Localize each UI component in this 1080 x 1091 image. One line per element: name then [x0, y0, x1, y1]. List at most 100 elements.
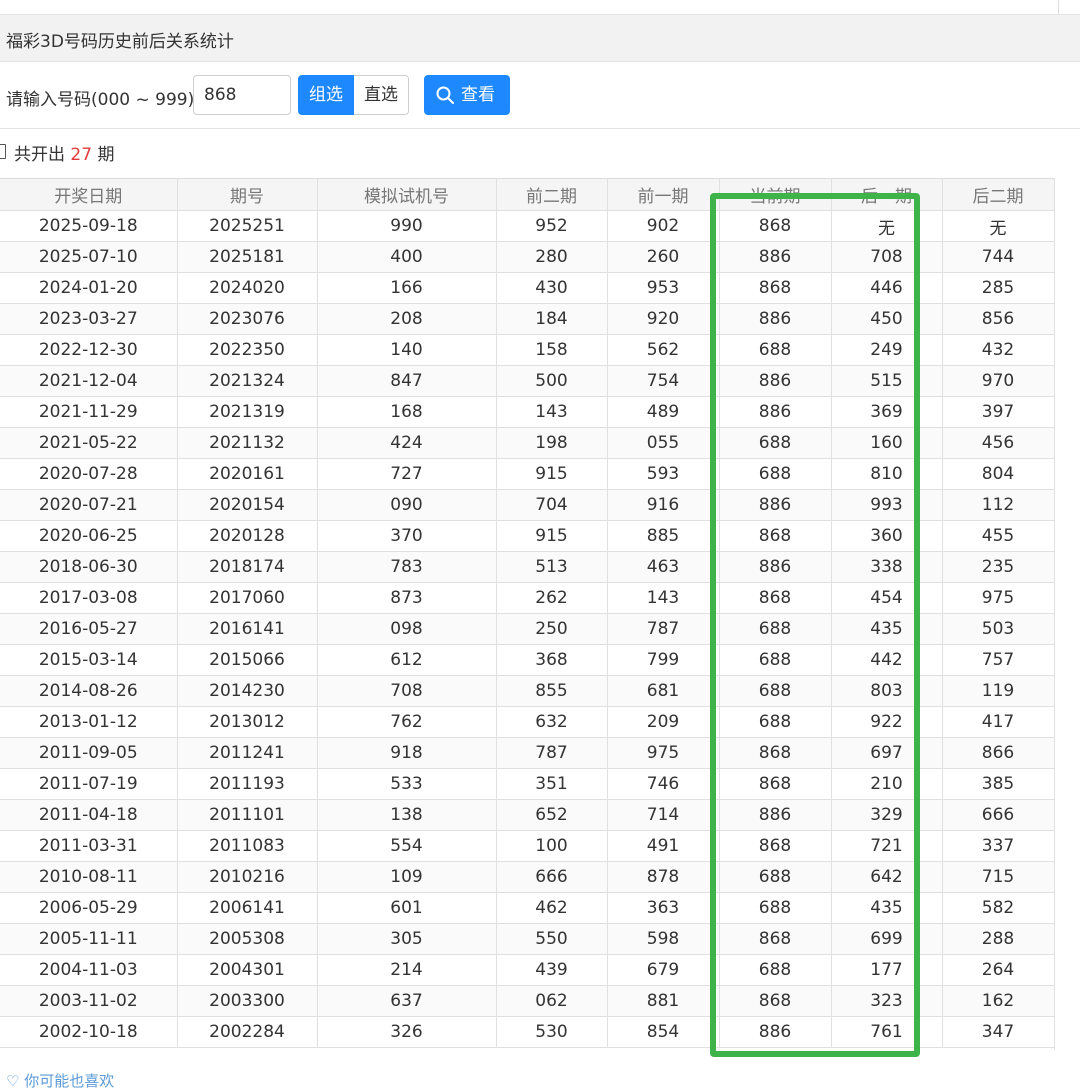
table-cell: 326	[317, 1016, 497, 1048]
table-cell: 2020-06-25	[0, 520, 178, 552]
table-cell: 456	[942, 427, 1055, 459]
table-cell: 323	[831, 985, 943, 1017]
table-cell: 886	[719, 1016, 832, 1048]
table-cell: 158	[496, 334, 608, 366]
table-cell: 873	[317, 582, 497, 614]
table-cell: 990	[317, 210, 497, 242]
table-row: 2010-08-11 2010216 109 666 878 688 642 715	[0, 861, 1055, 893]
table-cell: 397	[942, 396, 1055, 428]
table-cell: 338	[831, 551, 943, 583]
table-cell: 208	[317, 303, 497, 335]
table-cell: 2024-01-20	[0, 272, 178, 304]
table-row: 2020-06-25 2020128 370 915 885 868 360 455	[0, 520, 1055, 552]
table-cell: 424	[317, 427, 497, 459]
table-cell: 210	[831, 768, 943, 800]
table-cell: 886	[719, 551, 832, 583]
table-row: 2011-07-19 2011193 533 351 746 868 210 385	[0, 768, 1055, 800]
table-cell: 2003-11-02	[0, 985, 178, 1017]
table-cell: 854	[607, 1016, 720, 1048]
table-cell: 109	[317, 861, 497, 893]
table-cell: 462	[496, 892, 608, 924]
table-row: 2020-07-21 2020154 090 704 916 886 993 112	[0, 489, 1055, 521]
table-cell: 166	[317, 272, 497, 304]
table-cell: 264	[942, 954, 1055, 986]
footer-link[interactable]: ♡ 你可能也喜欢	[6, 1070, 114, 1091]
table-cell: 721	[831, 830, 943, 862]
table-row: 2025-07-10 2025181 400 280 260 886 708 744	[0, 241, 1055, 273]
table-cell: 2022350	[177, 334, 318, 366]
table-cell: 666	[496, 861, 608, 893]
table-cell: 260	[607, 241, 720, 273]
table-cell: 688	[719, 706, 832, 738]
table-cell: 582	[942, 892, 1055, 924]
table-cell: 761	[831, 1016, 943, 1048]
table-cell: 868	[719, 272, 832, 304]
table-cell: 915	[496, 458, 608, 490]
table-cell: 2021-12-04	[0, 365, 178, 397]
table-row: 2011-03-31 2011083 554 100 491 868 721 337	[0, 830, 1055, 862]
table-cell: 975	[942, 582, 1055, 614]
table-cell: 2020-07-28	[0, 458, 178, 490]
table-cell: 2023076	[177, 303, 318, 335]
table-row: 2022-12-30 2022350 140 158 562 688 249 432	[0, 334, 1055, 366]
table-row: 2024-01-20 2024020 166 430 953 868 446 285	[0, 272, 1055, 304]
table-cell: 138	[317, 799, 497, 831]
table-cell: 2020-07-21	[0, 489, 178, 521]
table-cell: 168	[317, 396, 497, 428]
column-header: 期号	[177, 178, 318, 211]
table-cell: 975	[607, 737, 720, 769]
table-cell: 530	[496, 1016, 608, 1048]
table-cell: 688	[719, 334, 832, 366]
table-cell: 2020154	[177, 489, 318, 521]
table-cell: 214	[317, 954, 497, 986]
table-cell: 305	[317, 923, 497, 955]
table-row: 2011-09-05 2011241 918 787 975 868 697 866	[0, 737, 1055, 769]
table-row: 2021-05-22 2021132 424 198 055 688 160 456	[0, 427, 1055, 459]
table-cell: 2015066	[177, 644, 318, 676]
table-row: 2018-06-30 2018174 783 513 463 886 338 235	[0, 551, 1055, 583]
table-cell: 2016141	[177, 613, 318, 645]
top-strip	[0, 0, 1080, 14]
table-cell: 2020128	[177, 520, 318, 552]
table-row: 2011-04-18 2011101 138 652 714 886 329 666	[0, 799, 1055, 831]
table-cell: 855	[496, 675, 608, 707]
table-cell: 177	[831, 954, 943, 986]
table-cell: 847	[317, 365, 497, 397]
number-input[interactable]	[193, 75, 291, 115]
table-row: 2013-01-12 2013012 762 632 209 688 922 417	[0, 706, 1055, 738]
table-cell: 762	[317, 706, 497, 738]
table-cell: 915	[496, 520, 608, 552]
table-cell: 679	[607, 954, 720, 986]
direct-mode-button[interactable]: 直选	[354, 75, 409, 115]
table-cell: 2011-07-19	[0, 768, 178, 800]
table-cell: 2015-03-14	[0, 644, 178, 676]
table-cell: 2014-08-26	[0, 675, 178, 707]
table-cell: 708	[831, 241, 943, 273]
table-cell: 2021132	[177, 427, 318, 459]
table-cell: 697	[831, 737, 943, 769]
table-cell: 143	[496, 396, 608, 428]
table-cell: 881	[607, 985, 720, 1017]
table-cell: 804	[942, 458, 1055, 490]
table-cell: 2011-03-31	[0, 830, 178, 862]
table-row: 2004-11-03 2004301 214 439 679 688 177 264	[0, 954, 1055, 986]
column-header: 前二期	[496, 178, 608, 211]
table-cell: 432	[942, 334, 1055, 366]
table-cell: 2004301	[177, 954, 318, 986]
table-cell: 439	[496, 954, 608, 986]
table-cell: 249	[831, 334, 943, 366]
column-header: 后一期	[831, 178, 943, 211]
table-cell: 2017-03-08	[0, 582, 178, 614]
table-cell: 062	[496, 985, 608, 1017]
table-cell: 652	[496, 799, 608, 831]
table-cell: 513	[496, 551, 608, 583]
table-cell: 2011241	[177, 737, 318, 769]
column-header: 当前期	[719, 178, 832, 211]
group-mode-button[interactable]: 组选	[298, 75, 354, 115]
table-cell: 922	[831, 706, 943, 738]
table-row: 2023-03-27 2023076 208 184 920 886 450 856	[0, 303, 1055, 335]
table-cell: 787	[607, 613, 720, 645]
table-cell: 918	[317, 737, 497, 769]
view-button[interactable]: 查看	[424, 75, 510, 115]
column-header: 前一期	[607, 178, 720, 211]
